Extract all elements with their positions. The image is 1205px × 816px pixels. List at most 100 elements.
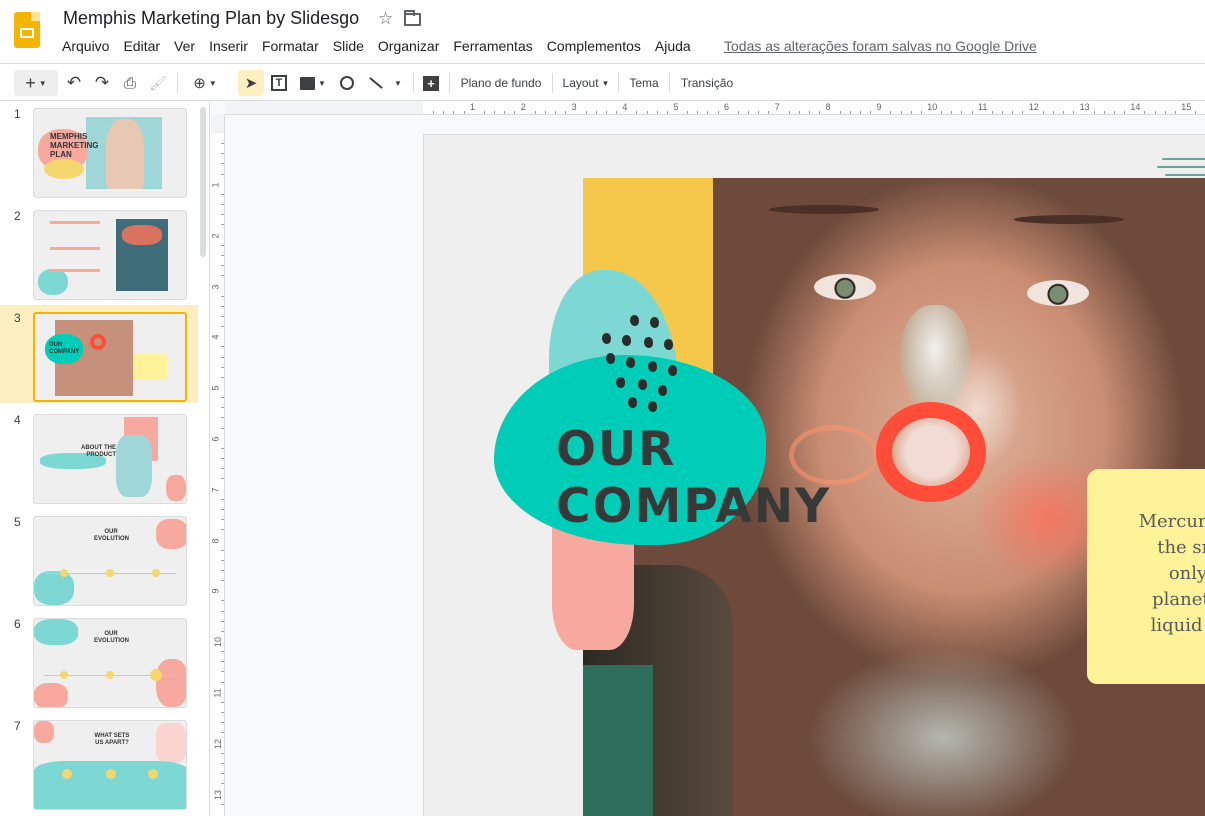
ruler-tick bbox=[221, 600, 224, 602]
menu-ajuda[interactable]: Ajuda bbox=[648, 38, 698, 54]
menu-arquivo[interactable]: Arquivo bbox=[55, 38, 116, 54]
horizontal-ruler[interactable]: 1 2 3 4 5 6 7 8 9 10 11 12 13 14 15 bbox=[225, 101, 1205, 115]
slide-thumbnail-4[interactable]: 4 ABOUT THE PRODUCT bbox=[0, 407, 198, 505]
ruler-label: 1 bbox=[211, 182, 221, 188]
ruler-label: 4 bbox=[211, 334, 221, 340]
menu-complementos[interactable]: Complementos bbox=[540, 38, 648, 54]
move-folder-icon[interactable] bbox=[404, 10, 421, 26]
ruler-tick bbox=[433, 111, 435, 114]
ruler-tick bbox=[221, 722, 224, 724]
theme-button[interactable]: Tema bbox=[624, 70, 664, 96]
teal-brush-stroke[interactable] bbox=[1157, 154, 1205, 194]
ruler-tick bbox=[221, 498, 224, 500]
chevron-down-icon: ▼ bbox=[208, 78, 217, 88]
ruler-label: 5 bbox=[211, 385, 221, 391]
slides-logo-icon[interactable] bbox=[14, 12, 40, 48]
ruler-tick bbox=[221, 580, 224, 582]
ruler-tick bbox=[971, 111, 973, 114]
toolbar-divider bbox=[177, 73, 178, 93]
slide-canvas[interactable]: OUR COMPANY Mercury is the sm only plane… bbox=[423, 134, 1205, 816]
ruler-tick bbox=[221, 427, 224, 429]
menu-ferramentas[interactable]: Ferramentas bbox=[446, 38, 539, 54]
save-status-link[interactable]: Todas as alterações foram salvas no Goog… bbox=[724, 38, 1037, 54]
ruler-tick bbox=[221, 376, 224, 378]
print-icon[interactable]: ⎙ bbox=[118, 70, 142, 96]
ruler-tick bbox=[221, 762, 224, 764]
slide-thumbnail-2[interactable]: 2 bbox=[0, 203, 198, 301]
vertical-ruler[interactable]: 1 2 3 4 5 6 7 8 9 10 11 12 13 bbox=[211, 115, 225, 816]
ruler-tick bbox=[221, 295, 224, 297]
ruler-tick bbox=[737, 111, 739, 114]
shape-icon[interactable] bbox=[335, 70, 359, 96]
ruler-tick bbox=[221, 265, 224, 267]
menu-formatar[interactable]: Formatar bbox=[255, 38, 326, 54]
line-icon bbox=[369, 77, 383, 89]
toolbar-divider bbox=[669, 73, 670, 93]
slide-thumbnail-1[interactable]: 1 MEMPHIS MARKETING PLAN bbox=[0, 101, 198, 199]
add-comment-icon[interactable]: + bbox=[420, 70, 442, 96]
menu-organizar[interactable]: Organizar bbox=[371, 38, 446, 54]
ruler-tick bbox=[859, 111, 861, 114]
ruler-tick bbox=[221, 671, 224, 673]
redo-icon[interactable]: ↷ bbox=[90, 70, 114, 96]
ruler-tick bbox=[758, 111, 760, 114]
ruler-tick bbox=[920, 111, 922, 114]
transition-button[interactable]: Transição bbox=[676, 70, 738, 96]
menu-editar[interactable]: Editar bbox=[116, 38, 167, 54]
slide-editor: 1 2 3 4 5 6 7 8 9 10 11 12 13 14 15 1 2 3 4 5 6 7 8 9 10 11 12 13 bbox=[211, 101, 1205, 816]
paint-format-icon[interactable]: 🖌 bbox=[146, 70, 170, 96]
select-cursor-icon[interactable]: ➤ bbox=[238, 70, 264, 96]
ruler-label: 12 bbox=[1028, 102, 1039, 112]
ruler-tick bbox=[1073, 111, 1075, 114]
ruler-tick bbox=[221, 366, 224, 368]
ruler-tick bbox=[910, 111, 912, 114]
zoom-icon: ⊕ bbox=[193, 75, 206, 92]
new-slide-button[interactable]: + ▼ bbox=[14, 70, 58, 96]
memphis-dots-pattern[interactable] bbox=[592, 315, 682, 415]
slide-thumbnail-6[interactable]: 6 OUR EVOLUTION bbox=[0, 611, 198, 709]
yellow-text-box[interactable]: Mercury is the sm only planet's liquid m bbox=[1087, 469, 1205, 684]
slide-title[interactable]: OUR COMPANY bbox=[556, 421, 831, 535]
slide-thumb-title: MEMPHIS MARKETING PLAN bbox=[50, 132, 99, 159]
slide-preview: OUR EVOLUTION bbox=[33, 516, 187, 606]
insert-image-button[interactable]: ▼ bbox=[295, 70, 331, 96]
ruler-tick bbox=[221, 712, 224, 714]
ruler-label: 9 bbox=[211, 588, 221, 594]
ruler-tick bbox=[504, 111, 506, 114]
background-button[interactable]: Plano de fundo bbox=[455, 70, 547, 96]
ruler-tick bbox=[221, 447, 224, 449]
ruler-tick bbox=[221, 173, 224, 175]
undo-icon[interactable]: ↶ bbox=[62, 70, 86, 96]
slide-title-line-2: COMPANY bbox=[556, 479, 832, 534]
ruler-label: 10 bbox=[213, 637, 224, 648]
ruler-tick bbox=[819, 111, 821, 114]
plus-icon: + bbox=[25, 72, 36, 93]
slide-thumbnail-7[interactable]: 7 WHAT SETS US APART? bbox=[0, 713, 198, 811]
ruler-tick bbox=[768, 111, 770, 114]
menu-slide[interactable]: Slide bbox=[326, 38, 371, 54]
ruler-tick bbox=[221, 549, 224, 551]
slide-thumbnail-3[interactable]: 3 OUR COMPANY bbox=[0, 305, 198, 403]
note-text[interactable]: Mercury is the sm only planet's liquid m bbox=[1113, 509, 1205, 639]
line-button[interactable]: ▼ bbox=[363, 70, 407, 96]
zoom-button[interactable]: ⊕ ▼ bbox=[184, 70, 226, 96]
ruler-tick bbox=[961, 111, 963, 114]
ruler-label: 2 bbox=[211, 233, 221, 239]
ruler-tick bbox=[221, 559, 224, 561]
ruler-tick bbox=[221, 244, 224, 246]
menu-inserir[interactable]: Inserir bbox=[202, 38, 255, 54]
star-icon[interactable]: ☆ bbox=[378, 9, 393, 29]
slide-thumbnail-5[interactable]: 5 OUR EVOLUTION bbox=[0, 509, 198, 607]
ruler-label: 6 bbox=[211, 436, 221, 442]
ruler-tick bbox=[221, 478, 224, 480]
ruler-tick bbox=[555, 111, 557, 114]
filmstrip-scrollbar[interactable] bbox=[200, 107, 206, 257]
slide-preview: ABOUT THE PRODUCT bbox=[33, 414, 187, 504]
layout-button[interactable]: Layout ▼ bbox=[559, 70, 613, 96]
ruler-tick bbox=[221, 661, 224, 663]
ruler-tick bbox=[1174, 111, 1176, 114]
ruler-label: 15 bbox=[1181, 102, 1192, 112]
menu-ver[interactable]: Ver bbox=[167, 38, 202, 54]
text-box-icon[interactable]: T bbox=[267, 70, 291, 96]
document-title[interactable]: Memphis Marketing Plan by Slidesgo bbox=[63, 8, 359, 29]
